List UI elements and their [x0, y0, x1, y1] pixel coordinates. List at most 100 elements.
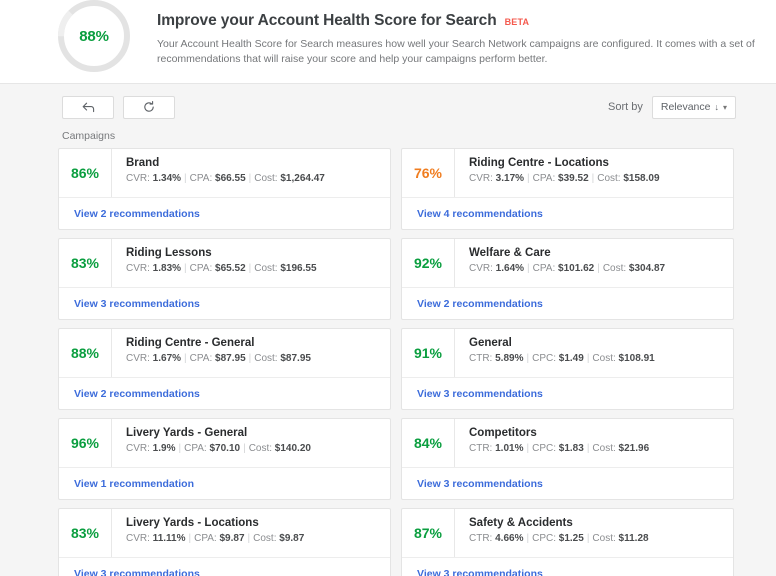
- metric-label: Cost:: [592, 443, 615, 454]
- campaign-card-footer: View 3 recommendations: [402, 557, 733, 576]
- metric-value: 5.89%: [492, 353, 523, 364]
- metric-label: CPA:: [194, 533, 217, 544]
- campaign-card: 83%Livery Yards - LocationsCVR: 11.11%|C…: [58, 508, 391, 576]
- campaign-name: Livery Yards - Locations: [126, 517, 304, 529]
- campaign-name: Riding Centre - Locations: [469, 157, 660, 169]
- campaign-score-badge: 96%: [59, 419, 112, 467]
- view-recommendations-link[interactable]: View 2 recommendations: [74, 208, 200, 220]
- campaign-card-body: Riding Centre - LocationsCVR: 3.17%|CPA:…: [455, 149, 660, 197]
- metric-value: 1.64%: [493, 263, 524, 274]
- campaign-score-badge: 83%: [59, 509, 112, 557]
- metric-label: Cost:: [603, 263, 626, 274]
- campaign-metrics: CVR: 1.34%|CPA: $66.55|Cost: $1,264.47: [126, 173, 325, 184]
- campaign-metrics: CTR: 4.66%|CPC: $1.25|Cost: $11.28: [469, 533, 649, 544]
- metric-value: $65.52: [212, 263, 245, 274]
- campaign-card-main: 86%BrandCVR: 1.34%|CPA: $66.55|Cost: $1,…: [59, 149, 390, 197]
- campaign-card: 92%Welfare & CareCVR: 1.64%|CPA: $101.62…: [401, 238, 734, 320]
- sort-by-dropdown[interactable]: Relevance ↓ ▾: [652, 96, 736, 119]
- metric-label: CVR:: [126, 443, 150, 454]
- view-recommendations-link[interactable]: View 2 recommendations: [74, 388, 200, 400]
- refresh-button[interactable]: [123, 96, 175, 119]
- metric-label: CVR:: [126, 173, 150, 184]
- account-score-ring: 88%: [55, 0, 133, 75]
- metric-label: Cost:: [254, 353, 277, 364]
- beta-badge: BETA: [505, 17, 530, 27]
- campaign-card-grid: 86%BrandCVR: 1.34%|CPA: $66.55|Cost: $1,…: [0, 148, 776, 576]
- metric-label: Cost:: [254, 263, 277, 274]
- metric-separator: |: [523, 533, 532, 544]
- campaign-metrics: CVR: 3.17%|CPA: $39.52|Cost: $158.09: [469, 173, 660, 184]
- campaign-card-footer: View 3 recommendations: [402, 377, 733, 409]
- metric-label: CVR:: [126, 353, 150, 364]
- metric-separator: |: [181, 353, 190, 364]
- metric-label: CPC:: [532, 353, 556, 364]
- metric-separator: |: [245, 533, 254, 544]
- metric-separator: |: [594, 263, 603, 274]
- campaign-card-body: CompetitorsCTR: 1.01%|CPC: $1.83|Cost: $…: [455, 419, 649, 467]
- campaign-card: 83%Riding LessonsCVR: 1.83%|CPA: $65.52|…: [58, 238, 391, 320]
- campaign-card-main: 91%GeneralCTR: 5.89%|CPC: $1.49|Cost: $1…: [402, 329, 733, 377]
- header-text-block: Improve your Account Health Score for Se…: [157, 0, 765, 67]
- campaign-score-badge: 86%: [59, 149, 112, 197]
- campaign-card-main: 88%Riding Centre - GeneralCVR: 1.67%|CPA…: [59, 329, 390, 377]
- campaign-card-footer: View 3 recommendations: [402, 467, 733, 499]
- campaign-card-main: 92%Welfare & CareCVR: 1.64%|CPA: $101.62…: [402, 239, 733, 287]
- metric-separator: |: [524, 263, 533, 274]
- view-recommendations-link[interactable]: View 3 recommendations: [417, 478, 543, 490]
- metric-value: 11.11%: [150, 533, 186, 544]
- metric-separator: |: [523, 353, 532, 364]
- view-recommendations-link[interactable]: View 1 recommendation: [74, 478, 194, 490]
- view-recommendations-link[interactable]: View 2 recommendations: [417, 298, 543, 310]
- campaign-metrics: CVR: 11.11%|CPA: $9.87|Cost: $9.87: [126, 533, 304, 544]
- campaign-name: Brand: [126, 157, 325, 169]
- account-health-header: 88% Improve your Account Health Score fo…: [0, 0, 776, 84]
- view-recommendations-link[interactable]: View 3 recommendations: [417, 388, 543, 400]
- metric-label: CPA:: [533, 263, 556, 274]
- metric-label: Cost:: [254, 173, 277, 184]
- campaign-metrics: CTR: 5.89%|CPC: $1.49|Cost: $108.91: [469, 353, 655, 364]
- view-recommendations-link[interactable]: View 3 recommendations: [74, 298, 200, 310]
- campaign-score-badge: 87%: [402, 509, 455, 557]
- metric-separator: |: [181, 173, 190, 184]
- campaign-name: Riding Centre - General: [126, 337, 311, 349]
- campaign-card: 76%Riding Centre - LocationsCVR: 3.17%|C…: [401, 148, 734, 230]
- campaign-card-body: Riding LessonsCVR: 1.83%|CPA: $65.52|Cos…: [112, 239, 317, 287]
- metric-separator: |: [589, 173, 598, 184]
- metric-label: Cost:: [253, 533, 276, 544]
- campaign-card-body: Welfare & Care CVR: 1.64%|CPA: $101.62|Co…: [455, 239, 665, 287]
- section-label-campaigns: Campaigns: [0, 130, 776, 148]
- metric-value: $304.87: [626, 263, 665, 274]
- metric-label: CTR:: [469, 443, 492, 454]
- campaign-name: Safety & Accidents: [469, 517, 649, 529]
- metric-value: 3.17%: [493, 173, 524, 184]
- campaign-name: General: [469, 337, 655, 349]
- metric-value: $140.20: [272, 443, 311, 454]
- sort-by-label: Sort by: [608, 101, 643, 113]
- campaign-metrics: CVR: 1.67%|CPA: $87.95|Cost: $87.95: [126, 353, 311, 364]
- campaign-card-footer: View 2 recommendations: [59, 377, 390, 409]
- campaign-name: Welfare & Care: [469, 247, 665, 259]
- metric-value: 1.01%: [492, 443, 523, 454]
- metric-value: $158.09: [621, 173, 660, 184]
- sort-direction-icon: ↓: [714, 102, 719, 112]
- metric-label: CPC:: [532, 443, 556, 454]
- campaign-score-badge: 76%: [402, 149, 455, 197]
- view-recommendations-link[interactable]: View 4 recommendations: [417, 208, 543, 220]
- campaign-card-main: 87% Safety & Accidents CTR: 4.66%|CPC: $1.…: [402, 509, 733, 557]
- campaign-card-footer: View 4 recommendations: [402, 197, 733, 229]
- metric-label: CTR:: [469, 353, 492, 364]
- metric-separator: |: [240, 443, 249, 454]
- campaign-card: 86%BrandCVR: 1.34%|CPA: $66.55|Cost: $1,…: [58, 148, 391, 230]
- campaign-metrics: CVR: 1.64%|CPA: $101.62|Cost: $304.87: [469, 263, 665, 274]
- back-button[interactable]: [62, 96, 114, 119]
- campaign-card: 88%Riding Centre - GeneralCVR: 1.67%|CPA…: [58, 328, 391, 410]
- back-arrow-icon: [82, 102, 95, 113]
- view-recommendations-link[interactable]: View 3 recommendations: [417, 568, 543, 576]
- metric-value: 4.66%: [492, 533, 523, 544]
- campaign-card-footer: View 3 recommendations: [59, 557, 390, 576]
- campaign-card-main: 76%Riding Centre - LocationsCVR: 3.17%|C…: [402, 149, 733, 197]
- toolbar-left-group: [62, 96, 175, 119]
- metric-value: $9.87: [217, 533, 245, 544]
- view-recommendations-link[interactable]: View 3 recommendations: [74, 568, 200, 576]
- campaign-score-badge: 84%: [402, 419, 455, 467]
